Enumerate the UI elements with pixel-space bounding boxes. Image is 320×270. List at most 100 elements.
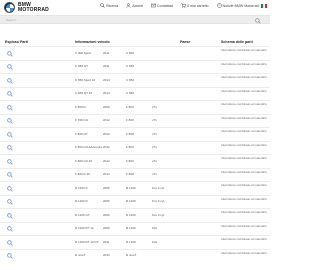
- cell-year: 2014: [103, 91, 110, 95]
- brand-name: BMW MOTORRAD: [18, 2, 49, 13]
- cell-scheme-link[interactable]: Interruttore combinato al manubrio: [221, 156, 267, 161]
- cell-year: 2011: [103, 50, 110, 55]
- italy-flag-icon[interactable]: [260, 3, 267, 8]
- magnifier-icon[interactable]: [7, 77, 13, 84]
- table-row[interactable]: C 650 GT 2011 C 650 Interruttore combinato …: [0, 59, 270, 74]
- cell-scheme-link[interactable]: Interruttore combinato al manubrio: [221, 129, 267, 134]
- nav-login[interactable]: Accedi: [126, 3, 143, 8]
- table-row[interactable]: F 800 R 16 2013 F 800 xTx Interruttore combi…: [0, 167, 270, 182]
- cell-code: R 1200: [126, 185, 136, 190]
- table-row[interactable]: R 1200 GT 2009 R 1200 Kxx 4 cyl. Interruttor…: [0, 208, 270, 222]
- magnifier-icon[interactable]: [7, 64, 13, 70]
- cell-note: xTx: [152, 104, 157, 109]
- cell-year: 2005: [103, 185, 110, 190]
- cell-scheme-link[interactable]: Interruttore combinato al manubrio: [221, 89, 267, 94]
- table-header: Esploso Parti Informazioni veicolo Paese…: [0, 38, 270, 46]
- cell-model: F 800 GT: [75, 131, 88, 136]
- magnifier-icon[interactable]: [7, 253, 13, 259]
- search-icon[interactable]: [255, 17, 261, 24]
- cell-year: 2013: [103, 253, 110, 257]
- magnifier-icon[interactable]: [7, 104, 13, 111]
- cell-note: xTx: [152, 158, 157, 163]
- magnifier-icon[interactable]: [7, 50, 13, 57]
- magnifier-icon[interactable]: [7, 185, 13, 192]
- cell-year: 2006: [103, 199, 110, 203]
- table-row[interactable]: R 1200 R 2006 R 1200 Kxx 4 cyl. Interruttore…: [0, 194, 270, 209]
- cell-code: F 800: [126, 145, 134, 149]
- table-row[interactable]: F 800 GS 16 2012 F 800 xTx Interruttore comb…: [0, 154, 270, 168]
- brand-logo[interactable]: BMW MOTORRAD: [4, 2, 49, 13]
- nav-contact[interactable]: Contattaci: [151, 3, 173, 8]
- table-row[interactable]: R nineT 2013 R nineT Interruttore combinato…: [0, 248, 270, 263]
- cell-model: R 1200 R: [75, 199, 88, 203]
- cell-scheme-link[interactable]: Interruttore combinato al manubrio: [221, 62, 267, 67]
- cell-scheme-link[interactable]: Interruttore combinato al manubrio: [221, 102, 267, 107]
- cell-year: 2011: [103, 239, 110, 244]
- nav-search[interactable]: Ricerca: [100, 3, 118, 8]
- cell-code: F 800: [126, 172, 134, 176]
- magnifier-icon[interactable]: [7, 172, 13, 178]
- nav-cart[interactable]: Il mio carrello: [181, 3, 209, 8]
- cell-year: 2009: [103, 104, 110, 109]
- cell-code: C 600: [126, 50, 135, 55]
- cell-scheme-link[interactable]: Interruttore combinato al manubrio: [221, 251, 267, 256]
- cell-scheme-link[interactable]: Interruttore combinato al manubrio: [221, 116, 267, 121]
- cell-note: Kxx 4 cyl.: [152, 212, 165, 217]
- search-input[interactable]: Search...: [6, 18, 18, 22]
- table-row[interactable]: F 800 GT 2012 F 800 xTx Interruttore combina…: [0, 127, 270, 141]
- cell-year: 2013: [103, 172, 110, 176]
- table-row[interactable]: R 1200 RT 12 GT 2011 R 1200 K2x Interruttore…: [0, 235, 270, 249]
- table-row[interactable]: C 650 Sport 16 2014 C 650 Interruttore comb…: [0, 73, 270, 87]
- cell-scheme-link[interactable]: Interruttore combinato al manubrio: [221, 48, 267, 53]
- cell-model: R 1200 S: [75, 185, 88, 190]
- table-row[interactable]: F 800 GS Adventure 2012 F 800 xTx Interrutto…: [0, 140, 270, 155]
- cell-model: F 800 GS Adventure: [75, 145, 103, 149]
- cell-year: 2012: [103, 118, 110, 122]
- cell-scheme-link[interactable]: Interruttore combinato al manubrio: [221, 197, 267, 202]
- search-bar[interactable]: Search...: [0, 15, 270, 24]
- cell-scheme-link[interactable]: Interruttore combinato al manubrio: [221, 75, 267, 80]
- cell-code: R 1200: [126, 226, 136, 230]
- magnifier-icon[interactable]: [7, 131, 13, 138]
- magnifier-icon[interactable]: [7, 145, 13, 151]
- cell-model: F 800 R: [75, 104, 86, 109]
- magnifier-icon[interactable]: [7, 212, 13, 219]
- magnifier-icon[interactable]: [7, 226, 13, 232]
- cell-scheme-link[interactable]: Interruttore combinato al manubrio: [221, 210, 267, 215]
- search-icon: [100, 3, 105, 8]
- table-row[interactable]: F 800 R 2009 F 800 xTx Interruttore combinat…: [0, 100, 270, 114]
- nav-news[interactable]: ? Notizie BMW Motorrad: [216, 3, 267, 8]
- cell-scheme-link[interactable]: Interruttore combinato al manubrio: [221, 183, 267, 188]
- col-header-scheme: Schema delle parti: [221, 40, 253, 44]
- cell-scheme-link[interactable]: Interruttore combinato al manubrio: [221, 237, 267, 242]
- cell-code: R 1200: [126, 199, 136, 203]
- cell-model: C 650 Sport 16: [75, 77, 96, 82]
- magnifier-icon[interactable]: [7, 118, 13, 124]
- table-row[interactable]: C 400 Sport 2011 C 600 Interruttore combina…: [0, 46, 270, 60]
- table-row[interactable]: F 700 GS 2012 F 800 xTx Interruttore combina…: [0, 113, 270, 128]
- magnifier-icon[interactable]: [7, 91, 13, 97]
- table-row[interactable]: R 1200 RT 10 2009 R 1200 K2x Interruttore co…: [0, 221, 270, 236]
- brand-line-2: MOTORRAD: [18, 6, 49, 13]
- cell-scheme-link[interactable]: Interruttore combinato al manubrio: [221, 224, 267, 229]
- top-bar: BMW MOTORRAD Ricerca Accedi Contattaci I…: [0, 0, 270, 14]
- cell-code: F 800: [126, 158, 134, 163]
- table-row[interactable]: C 650 GT 16 2014 C 650 Interruttore combina…: [0, 86, 270, 101]
- user-icon: [126, 3, 131, 8]
- table-row[interactable]: R 1200 S 2005 R 1200 Kxx 4 cyl. Interruttore…: [0, 181, 270, 195]
- cell-scheme-link[interactable]: Interruttore combinato al manubrio: [221, 170, 267, 175]
- cell-code: R 1200: [126, 239, 136, 244]
- cell-model: R nineT: [75, 253, 86, 257]
- cell-note: xTx: [152, 172, 157, 176]
- cell-year: 2014: [103, 77, 110, 82]
- cell-model: C 650 GT 16: [75, 91, 93, 95]
- magnifier-icon[interactable]: [7, 239, 13, 246]
- cell-code: C 650: [126, 91, 135, 95]
- cell-model: F 800 R 16: [75, 172, 90, 176]
- cell-code: R 1200: [126, 212, 136, 217]
- cell-year: 2012: [103, 131, 110, 136]
- magnifier-icon[interactable]: [7, 158, 13, 165]
- magnifier-icon[interactable]: [7, 199, 13, 205]
- cell-scheme-link[interactable]: Interruttore combinato al manubrio: [221, 143, 267, 148]
- cell-note: xTx: [152, 145, 157, 149]
